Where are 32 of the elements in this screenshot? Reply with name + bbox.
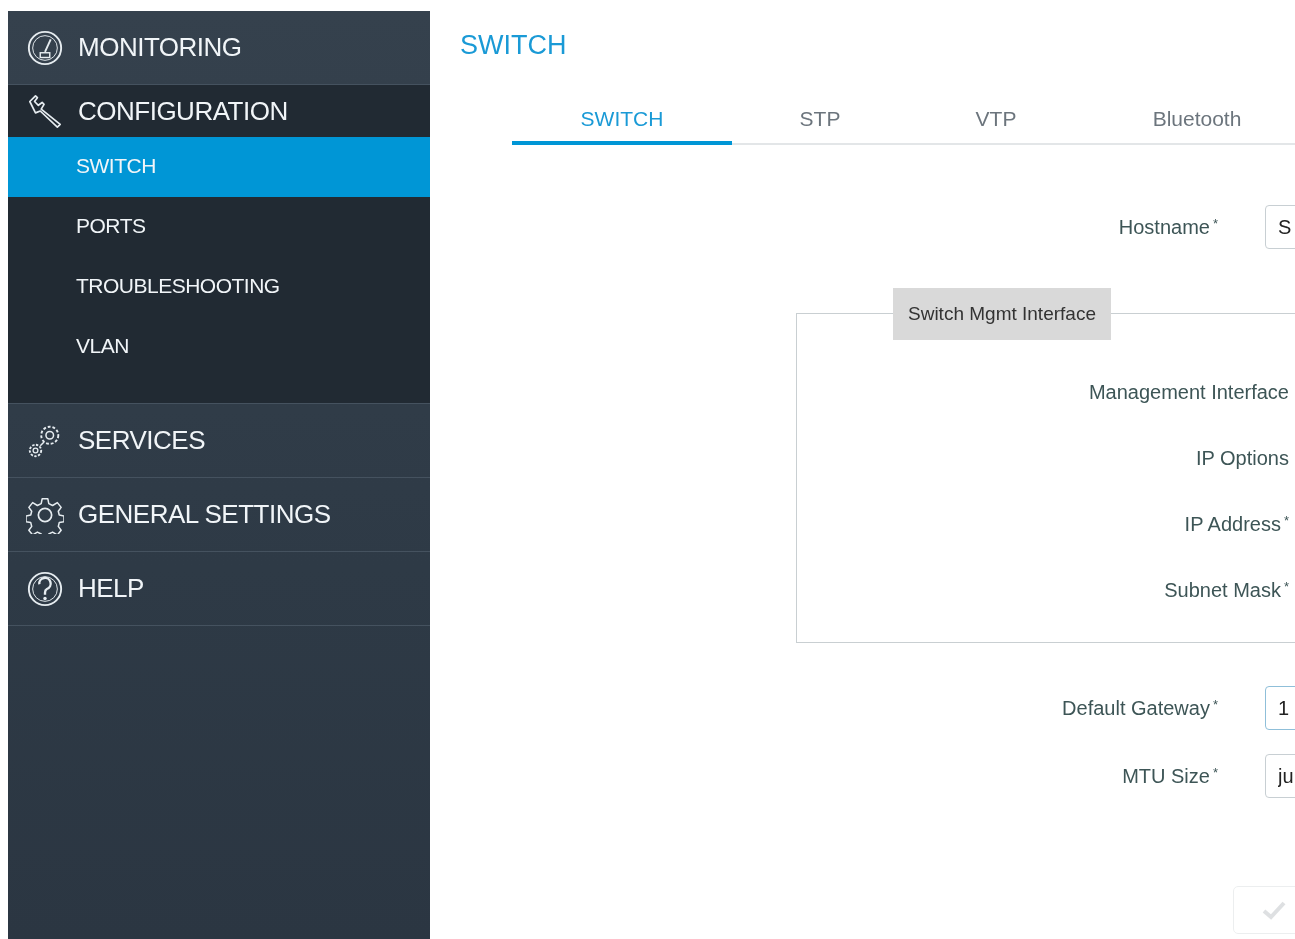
text-field[interactable]: S	[1265, 205, 1295, 249]
tab[interactable]: VTP	[908, 101, 1084, 145]
wrench-icon	[26, 92, 64, 130]
section-label: CONFIGURATION	[78, 95, 288, 127]
section-label: MONITORING	[78, 32, 242, 63]
section-label: GENERAL SETTINGS	[78, 499, 331, 530]
gear-icon	[26, 495, 64, 534]
field-label: Subnet Mask*	[1163, 578, 1289, 602]
fieldset-legend: Switch Mgmt Interface	[893, 288, 1111, 340]
field-label: Hostname*	[1117, 215, 1218, 239]
sidebar-item[interactable]: PORTS	[8, 197, 430, 257]
field-label: MTU Size*	[1121, 764, 1218, 788]
sidebar-section[interactable]: HELP	[8, 552, 430, 626]
page-title: SWITCH	[460, 30, 568, 61]
field-label: Default Gateway*	[1061, 696, 1218, 720]
gauge-icon	[26, 28, 64, 67]
sidebar-section[interactable]: GENERAL SETTINGS	[8, 478, 430, 552]
text-field[interactable]: 1	[1265, 686, 1295, 730]
field-label: Management Interface	[1087, 380, 1289, 404]
field-label: IP Address*	[1183, 512, 1289, 536]
help-icon	[26, 569, 64, 608]
section-label: SERVICES	[78, 425, 205, 456]
check-icon	[1262, 900, 1286, 920]
text-field[interactable]: ju	[1265, 754, 1295, 798]
sidebar-item[interactable]: TROUBLESHOOTING	[8, 257, 430, 317]
sidebar-section[interactable]: SERVICES	[8, 404, 430, 478]
sidebar-section[interactable]: CONFIGURATION	[8, 85, 430, 137]
tab[interactable]: STP	[732, 101, 908, 145]
sidebar-item[interactable]: VLAN	[8, 317, 430, 377]
section-label: HELP	[78, 573, 144, 604]
field-label: IP Options	[1194, 446, 1289, 470]
tab[interactable]: Bluetooth	[1084, 101, 1295, 145]
